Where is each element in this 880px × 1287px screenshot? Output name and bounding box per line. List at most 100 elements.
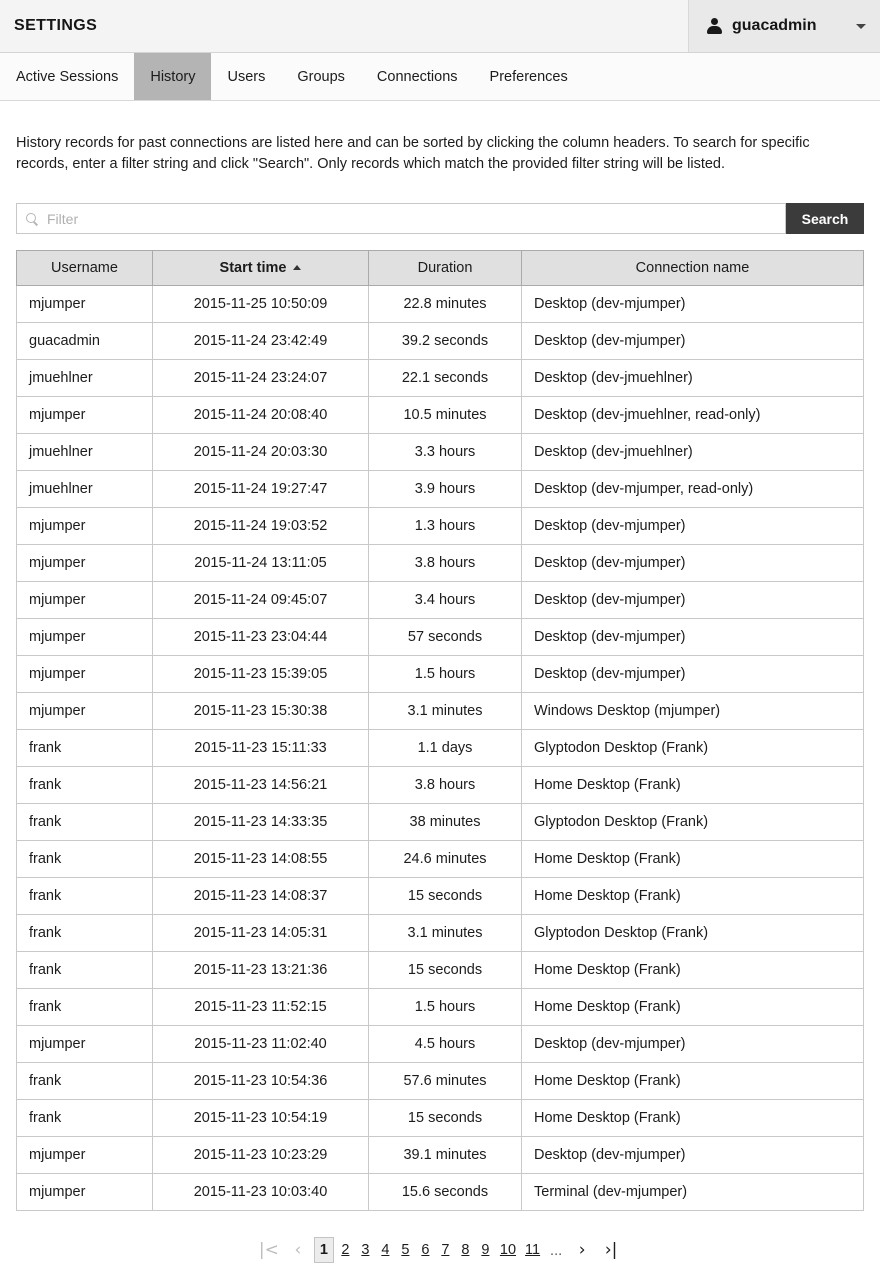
table-row[interactable]: mjumper2015-11-23 15:39:051.5 hoursDeskt…: [17, 656, 864, 693]
history-panel: History records for past connections are…: [0, 116, 880, 1287]
table-row[interactable]: mjumper2015-11-25 10:50:0922.8 minutesDe…: [17, 286, 864, 323]
pagination-last[interactable]: ›|: [598, 1238, 624, 1262]
cell-username: frank: [17, 989, 153, 1026]
cell-username: mjumper: [17, 693, 153, 730]
cell-username: mjumper: [17, 508, 153, 545]
cell-start-time: 2015-11-23 23:04:44: [153, 619, 369, 656]
table-row[interactable]: mjumper2015-11-24 19:03:521.3 hoursDeskt…: [17, 508, 864, 545]
cell-connection-name: Desktop (dev-mjumper): [522, 582, 864, 619]
column-header-start-time[interactable]: Start time: [153, 251, 369, 286]
tab-history[interactable]: History: [134, 53, 211, 100]
cell-start-time: 2015-11-23 11:02:40: [153, 1026, 369, 1063]
table-row[interactable]: guacadmin2015-11-24 23:42:4939.2 seconds…: [17, 323, 864, 360]
pagination-page-3[interactable]: 3: [357, 1238, 374, 1262]
cell-connection-name: Desktop (dev-mjumper): [522, 323, 864, 360]
cell-connection-name: Desktop (dev-mjumper): [522, 1026, 864, 1063]
cell-start-time: 2015-11-24 20:08:40: [153, 397, 369, 434]
pagination-page-7[interactable]: 7: [437, 1238, 454, 1262]
cell-duration: 1.1 days: [369, 730, 522, 767]
cell-duration: 15.6 seconds: [369, 1174, 522, 1211]
pagination-page-2[interactable]: 2: [337, 1238, 354, 1262]
pagination-page-11[interactable]: 11: [522, 1238, 543, 1262]
user-icon: [707, 18, 722, 34]
user-menu[interactable]: guacadmin: [688, 0, 880, 52]
cell-start-time: 2015-11-23 14:05:31: [153, 915, 369, 952]
tab-preferences[interactable]: Preferences: [474, 53, 584, 100]
search-field[interactable]: [16, 203, 786, 234]
cell-username: frank: [17, 1063, 153, 1100]
search-icon: [26, 213, 38, 225]
search-button[interactable]: Search: [786, 203, 864, 234]
table-row[interactable]: frank2015-11-23 11:52:151.5 hoursHome De…: [17, 989, 864, 1026]
pagination-previous[interactable]: ‹: [285, 1238, 311, 1262]
cell-connection-name: Desktop (dev-mjumper): [522, 1137, 864, 1174]
pagination-page-5[interactable]: 5: [397, 1238, 414, 1262]
app-header: SETTINGS guacadmin: [0, 0, 880, 53]
cell-duration: 15 seconds: [369, 878, 522, 915]
cell-start-time: 2015-11-23 14:08:37: [153, 878, 369, 915]
pagination-page-10[interactable]: 10: [497, 1238, 519, 1262]
cell-username: mjumper: [17, 397, 153, 434]
table-row[interactable]: mjumper2015-11-23 23:04:4457 secondsDesk…: [17, 619, 864, 656]
table-row[interactable]: mjumper2015-11-24 20:08:4010.5 minutesDe…: [17, 397, 864, 434]
column-header-connection-name[interactable]: Connection name: [522, 251, 864, 286]
cell-start-time: 2015-11-24 13:11:05: [153, 545, 369, 582]
cell-connection-name: Desktop (dev-mjumper): [522, 656, 864, 693]
table-row[interactable]: mjumper2015-11-24 13:11:053.8 hoursDeskt…: [17, 545, 864, 582]
user-menu-label: guacadmin: [732, 17, 846, 35]
column-header-username[interactable]: Username: [17, 251, 153, 286]
table-row[interactable]: frank2015-11-23 15:11:331.1 daysGlyptodo…: [17, 730, 864, 767]
tab-connections[interactable]: Connections: [361, 53, 474, 100]
column-header-duration[interactable]: Duration: [369, 251, 522, 286]
tab-active-sessions[interactable]: Active Sessions: [0, 53, 134, 100]
cell-username: frank: [17, 878, 153, 915]
search-bar: Search: [16, 203, 864, 234]
table-row[interactable]: frank2015-11-23 14:56:213.8 hoursHome De…: [17, 767, 864, 804]
cell-connection-name: Windows Desktop (mjumper): [522, 693, 864, 730]
table-row[interactable]: jmuehlner2015-11-24 19:27:473.9 hoursDes…: [17, 471, 864, 508]
table-row[interactable]: frank2015-11-23 14:33:3538 minutesGlypto…: [17, 804, 864, 841]
pagination-page-8[interactable]: 8: [457, 1238, 474, 1262]
tab-label: Preferences: [490, 69, 568, 85]
tab-label: Users: [227, 69, 265, 85]
pagination-page-4[interactable]: 4: [377, 1238, 394, 1262]
pagination-page-6[interactable]: 6: [417, 1238, 434, 1262]
table-row[interactable]: jmuehlner2015-11-24 20:03:303.3 hoursDes…: [17, 434, 864, 471]
table-row[interactable]: mjumper2015-11-23 10:03:4015.6 secondsTe…: [17, 1174, 864, 1211]
cell-duration: 15 seconds: [369, 952, 522, 989]
pagination-pages: 1234567891011: [314, 1237, 543, 1263]
table-row[interactable]: frank2015-11-23 10:54:1915 secondsHome D…: [17, 1100, 864, 1137]
table-row[interactable]: mjumper2015-11-23 11:02:404.5 hoursDeskt…: [17, 1026, 864, 1063]
cell-duration: 39.1 minutes: [369, 1137, 522, 1174]
pagination-page-1[interactable]: 1: [314, 1237, 334, 1263]
history-table-header: Username Start time Duration Connection …: [17, 251, 864, 286]
tab-users[interactable]: Users: [211, 53, 281, 100]
table-row[interactable]: frank2015-11-23 14:08:3715 secondsHome D…: [17, 878, 864, 915]
cell-connection-name: Desktop (dev-mjumper): [522, 545, 864, 582]
cell-start-time: 2015-11-24 19:03:52: [153, 508, 369, 545]
table-row[interactable]: jmuehlner2015-11-24 23:24:0722.1 seconds…: [17, 360, 864, 397]
pagination-first[interactable]: |<: [256, 1238, 282, 1262]
cell-duration: 22.1 seconds: [369, 360, 522, 397]
cell-duration: 3.8 hours: [369, 767, 522, 804]
table-row[interactable]: mjumper2015-11-24 09:45:073.4 hoursDeskt…: [17, 582, 864, 619]
table-row[interactable]: frank2015-11-23 14:08:5524.6 minutesHome…: [17, 841, 864, 878]
pagination-page-9[interactable]: 9: [477, 1238, 494, 1262]
table-row[interactable]: mjumper2015-11-23 10:23:2939.1 minutesDe…: [17, 1137, 864, 1174]
column-label: Duration: [418, 260, 473, 276]
table-row[interactable]: frank2015-11-23 10:54:3657.6 minutesHome…: [17, 1063, 864, 1100]
cell-connection-name: Home Desktop (Frank): [522, 878, 864, 915]
tab-groups[interactable]: Groups: [281, 53, 361, 100]
history-table-body: mjumper2015-11-25 10:50:0922.8 minutesDe…: [17, 286, 864, 1211]
table-row[interactable]: frank2015-11-23 14:05:313.1 minutesGlypt…: [17, 915, 864, 952]
cell-username: jmuehlner: [17, 434, 153, 471]
sort-ascending-icon: [293, 265, 301, 270]
pagination-ellipsis: ...: [546, 1238, 566, 1262]
search-input[interactable]: [45, 210, 776, 228]
table-row[interactable]: frank2015-11-23 13:21:3615 secondsHome D…: [17, 952, 864, 989]
cell-username: mjumper: [17, 656, 153, 693]
table-row[interactable]: mjumper2015-11-23 15:30:383.1 minutesWin…: [17, 693, 864, 730]
cell-username: frank: [17, 915, 153, 952]
cell-duration: 3.1 minutes: [369, 915, 522, 952]
pagination-next[interactable]: ›: [569, 1238, 595, 1262]
